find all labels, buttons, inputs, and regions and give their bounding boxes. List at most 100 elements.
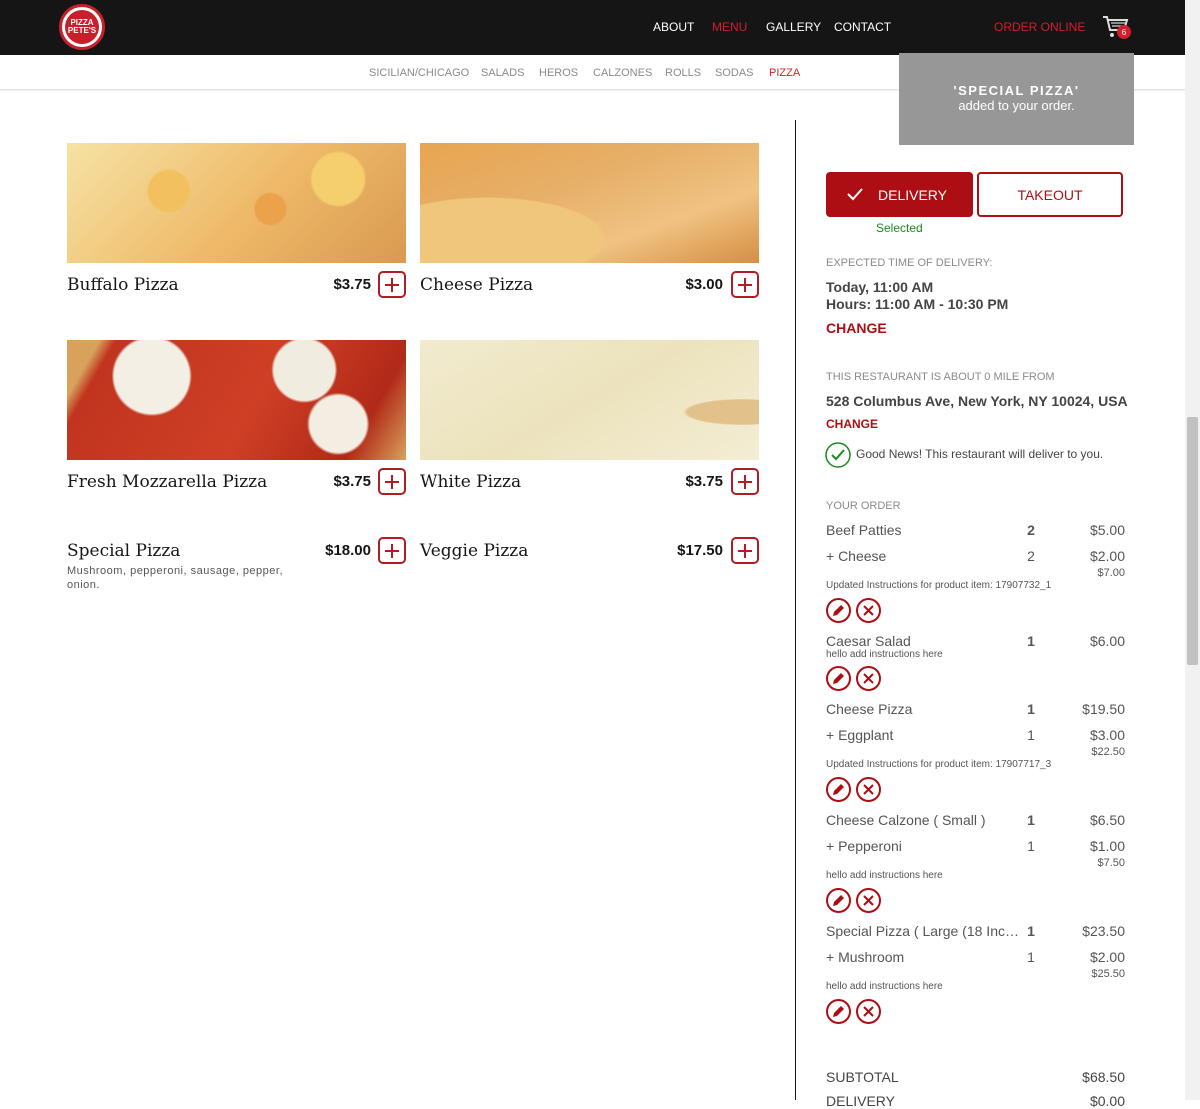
- order-item-note: hello add instructions here: [826, 649, 943, 660]
- edit-item-button[interactable]: [826, 777, 851, 802]
- column-divider: [795, 120, 796, 1100]
- category-sodas[interactable]: SODAS: [715, 67, 754, 79]
- menu-item-price: $3.00: [685, 276, 723, 293]
- add-buffalo-pizza-button[interactable]: [378, 271, 406, 298]
- order-addon-qty: 2: [1027, 548, 1035, 564]
- order-item-price: $5.00: [1089, 522, 1125, 538]
- toast-title: 'SPECIAL PIZZA': [953, 83, 1080, 98]
- menu-item-price: $17.50: [677, 542, 723, 559]
- remove-item-button[interactable]: [856, 598, 881, 623]
- order-item-qty: 1: [1027, 812, 1035, 828]
- order-addon-name: + Eggplant: [826, 727, 894, 743]
- order-item-qty: 1: [1027, 701, 1035, 717]
- remove-item-button[interactable]: [856, 888, 881, 913]
- fresh-mozzarella-pizza-image[interactable]: [67, 340, 406, 460]
- order-item-note: Updated Instructions for product item: 1…: [826, 580, 1052, 591]
- change-address-link[interactable]: CHANGE: [826, 417, 878, 431]
- category-calzones[interactable]: CALZONES: [593, 67, 652, 79]
- close-icon: [863, 895, 874, 906]
- pencil-icon: [833, 605, 844, 616]
- edit-item-button[interactable]: [826, 598, 851, 623]
- toast-message: added to your order.: [958, 98, 1075, 113]
- menu-item-name: Buffalo Pizza: [67, 275, 179, 295]
- white-pizza-image[interactable]: [420, 340, 759, 460]
- menu-item-name: Veggie Pizza: [420, 541, 529, 561]
- menu-item-name: Cheese Pizza: [420, 275, 534, 295]
- close-icon: [863, 784, 874, 795]
- edit-item-button[interactable]: [826, 999, 851, 1024]
- order-item-name: Special Pizza ( Large (18 Inches) ): [826, 923, 1021, 939]
- buffalo-pizza-image[interactable]: [67, 143, 406, 263]
- pencil-icon: [833, 1006, 844, 1017]
- restaurant-hours: Hours: 11:00 AM - 10:30 PM: [826, 296, 1009, 312]
- add-cheese-pizza-button[interactable]: [731, 271, 759, 298]
- menu-item-name: Fresh Mozzarella Pizza: [67, 472, 268, 492]
- change-time-link[interactable]: CHANGE: [826, 320, 887, 336]
- page-title: Menu: [540, 0, 653, 35]
- nav-contact[interactable]: CONTACT: [834, 20, 891, 34]
- add-veggie-pizza-button[interactable]: [731, 537, 759, 564]
- order-item-note: Updated Instructions for product item: 1…: [826, 759, 1052, 770]
- order-item-name: Caesar Salad: [826, 633, 911, 649]
- remove-item-button[interactable]: [856, 666, 881, 691]
- order-item-qty: 2: [1027, 522, 1035, 538]
- check-circle-icon: [825, 442, 851, 468]
- order-addon-name: + Pepperoni: [826, 838, 902, 854]
- added-to-order-toast: 'SPECIAL PIZZA' added to your order.: [899, 53, 1134, 145]
- order-item-price: $6.50: [1089, 812, 1125, 828]
- nav-gallery[interactable]: GALLERY: [766, 20, 821, 34]
- order-online-link[interactable]: ORDER ONLINE: [994, 20, 1085, 34]
- page-scrollbar-thumb[interactable]: [1187, 417, 1198, 665]
- order-item-total: $7.50: [1097, 857, 1125, 869]
- nav-menu[interactable]: MENU: [712, 20, 747, 34]
- nav-about[interactable]: ABOUT: [653, 20, 694, 34]
- edit-item-button[interactable]: [826, 666, 851, 691]
- category-sicilian-chicago[interactable]: SICILIAN/CHICAGO: [369, 67, 469, 79]
- distance-label: THIS RESTAURANT IS ABOUT 0 MILE FROM: [826, 371, 1055, 383]
- order-item-qty: 1: [1027, 923, 1035, 939]
- order-item-note: hello add instructions here: [826, 870, 943, 881]
- cart-count-badge: 6: [1117, 25, 1131, 39]
- brand-logo-text: PIZZA PETE'S: [65, 10, 99, 44]
- category-pizza[interactable]: PIZZA: [769, 67, 800, 79]
- check-icon: [847, 186, 863, 202]
- pencil-icon: [833, 895, 844, 906]
- category-heros[interactable]: HEROS: [539, 67, 578, 79]
- add-fresh-mozzarella-pizza-button[interactable]: [378, 468, 406, 495]
- order-addon-qty: 1: [1027, 949, 1035, 965]
- menu-item-price: $18.00: [325, 542, 371, 559]
- takeout-button[interactable]: TAKEOUT: [977, 172, 1123, 217]
- pencil-icon: [833, 673, 844, 684]
- pencil-icon: [833, 784, 844, 795]
- menu-item-name: Special Pizza: [67, 541, 181, 561]
- order-addon-price: $2.00: [1089, 949, 1125, 965]
- close-icon: [863, 605, 874, 616]
- menu-item-price: $3.75: [333, 473, 371, 490]
- selected-label: Selected: [876, 221, 923, 235]
- category-rolls[interactable]: ROLLS: [665, 67, 701, 79]
- add-special-pizza-button[interactable]: [378, 537, 406, 564]
- order-item-price: $19.50: [1082, 701, 1125, 717]
- category-salads[interactable]: SALADS: [481, 67, 524, 79]
- order-item-name: Cheese Calzone ( Small ): [826, 812, 986, 828]
- remove-item-button[interactable]: [856, 999, 881, 1024]
- menu-item-name: White Pizza: [420, 472, 522, 492]
- add-white-pizza-button[interactable]: [731, 468, 759, 495]
- delivery-fee-label: DELIVERY: [826, 1093, 895, 1109]
- close-icon: [863, 1006, 874, 1017]
- delivery-fee-value: $0.00: [1089, 1093, 1125, 1109]
- order-item-qty: 1: [1027, 633, 1035, 649]
- brand-logo[interactable]: PIZZA PETE'S: [59, 4, 105, 50]
- remove-item-button[interactable]: [856, 777, 881, 802]
- cheese-pizza-image[interactable]: [420, 143, 759, 263]
- order-addon-price: $3.00: [1089, 727, 1125, 743]
- subtotal-value: $68.50: [1082, 1069, 1125, 1085]
- your-order-label: YOUR ORDER: [826, 500, 901, 512]
- menu-item-price: $3.75: [685, 473, 723, 490]
- order-item-note: hello add instructions here: [826, 981, 943, 992]
- menu-item-description: Mushroom, pepperoni, sausage, pepper, on…: [67, 565, 284, 591]
- edit-item-button[interactable]: [826, 888, 851, 913]
- menu-item-price: $3.75: [333, 276, 371, 293]
- order-addon-name: + Mushroom: [826, 949, 905, 965]
- order-item-price: $6.00: [1089, 633, 1125, 649]
